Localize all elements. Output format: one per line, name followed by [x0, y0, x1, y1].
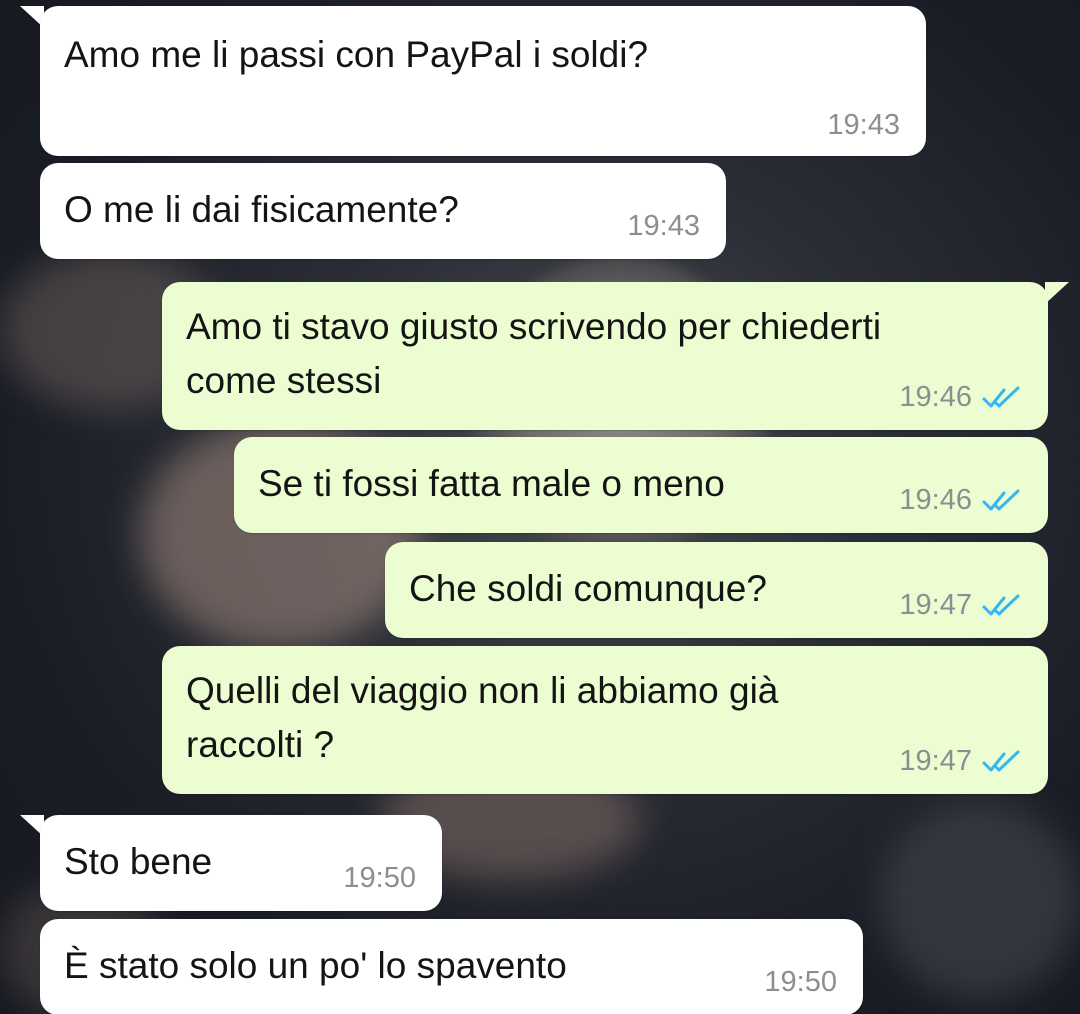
message-meta: 19:47 [899, 745, 1022, 778]
read-double-check-icon [982, 594, 1020, 615]
read-double-check-icon [982, 386, 1020, 407]
message-time: 19:50 [343, 862, 416, 894]
message-meta: 19:43 [827, 109, 900, 142]
message-meta: 19:46 [899, 484, 1022, 517]
message-bubble-incoming[interactable]: Amo me li passi con PayPal i soldi? 19:4… [40, 6, 926, 156]
message-bubble-outgoing[interactable]: Quelli del viaggio non li abbiamo già ra… [162, 646, 1048, 794]
message-bubble-outgoing[interactable]: Che soldi comunque? 19:47 [385, 542, 1048, 638]
message-text: Se ti fossi fatta male o meno [258, 463, 725, 504]
message-text: Quelli del viaggio non li abbiamo già ra… [186, 670, 779, 765]
message-time: 19:43 [827, 109, 900, 141]
read-double-check-icon [982, 750, 1020, 771]
message-bubble-outgoing[interactable]: Se ti fossi fatta male o meno 19:46 [234, 437, 1048, 533]
message-bubble-incoming[interactable]: Sto bene 19:50 [40, 815, 442, 911]
message-time: 19:47 [899, 589, 972, 621]
message-meta: 19:46 [899, 381, 1022, 414]
message-text: È stato solo un po' lo spavento [64, 945, 567, 986]
message-text: Sto bene [64, 841, 213, 882]
message-meta: 19:47 [899, 589, 1022, 622]
message-text: Amo ti stavo giusto scrivendo per chiede… [186, 306, 882, 401]
message-text: Amo me li passi con PayPal i soldi? [64, 34, 649, 75]
message-text: Che soldi comunque? [409, 568, 767, 609]
message-time: 19:43 [627, 210, 700, 242]
message-time: 19:46 [899, 381, 972, 413]
message-time: 19:46 [899, 484, 972, 516]
bubble-tail [1045, 282, 1069, 304]
message-meta: 19:50 [764, 966, 837, 999]
wallpaper-cloud [880, 800, 1080, 1000]
message-text: O me li dai fisicamente? [64, 189, 459, 230]
message-bubble-incoming[interactable]: È stato solo un po' lo spavento 19:50 [40, 919, 863, 1014]
message-meta: 19:50 [343, 862, 416, 895]
message-meta: 19:43 [627, 210, 700, 243]
message-time: 19:50 [764, 966, 837, 998]
read-double-check-icon [982, 489, 1020, 510]
message-bubble-outgoing[interactable]: Amo ti stavo giusto scrivendo per chiede… [162, 282, 1048, 430]
message-bubble-incoming[interactable]: O me li dai fisicamente? 19:43 [40, 163, 726, 259]
message-time: 19:47 [899, 745, 972, 777]
